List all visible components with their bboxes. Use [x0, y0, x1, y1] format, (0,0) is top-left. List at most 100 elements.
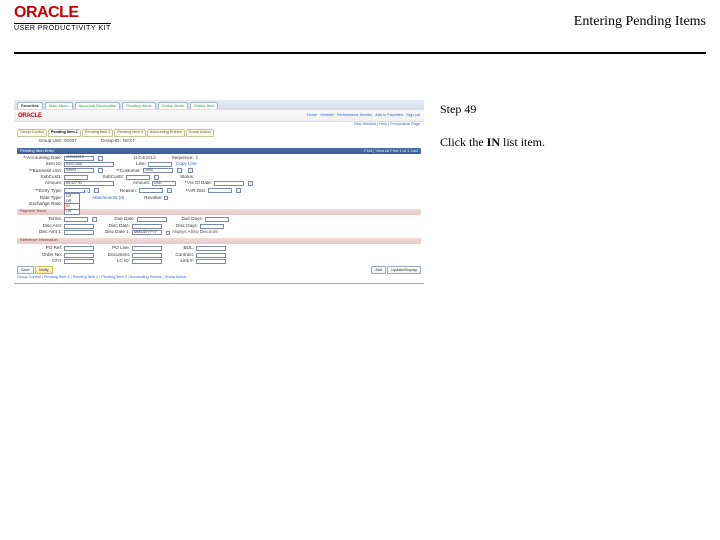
- subtab[interactable]: Pending Item 2: [82, 129, 114, 137]
- reason-input[interactable]: [139, 188, 163, 193]
- subtab[interactable]: Pending Item 3: [114, 129, 146, 137]
- subcust1-input[interactable]: [64, 175, 88, 180]
- lookup-icon[interactable]: [94, 188, 99, 193]
- disc-amt-input[interactable]: [64, 224, 94, 229]
- link-input[interactable]: [196, 259, 226, 264]
- group-id-row: Group Unit: 00007 Group ID: NEXT: [14, 137, 424, 146]
- rate-type-label: Rate Type:: [18, 196, 64, 201]
- footer-tab-links[interactable]: Group Control | Pending Item 1 | Pending…: [14, 275, 424, 283]
- subcust2-label: SubCust2:: [92, 175, 126, 180]
- upk-subtitle: USER PRODUCTIVITY KIT: [14, 23, 111, 32]
- subtab[interactable]: Pending Item 1: [48, 129, 81, 137]
- pending-item-form: *Accounting Date: 11/04/2013 11/04/2013 …: [14, 154, 424, 209]
- customer-detail-icon[interactable]: [188, 168, 193, 173]
- lookup-icon[interactable]: [236, 188, 241, 193]
- poref-input[interactable]: [64, 246, 94, 251]
- group-unit-value: 00007: [64, 139, 83, 144]
- subtab[interactable]: Group Control: [17, 129, 47, 137]
- disc-date1-input[interactable]: MM/DD/YYYY: [132, 230, 162, 235]
- instruction-panel: Step 49 Click the IN list item.: [424, 100, 706, 284]
- top-tabbar: Favorites Main Menu Accounts Receivable …: [14, 100, 424, 110]
- step-number: Step 49: [440, 100, 706, 119]
- entry-type-label: *Entry Type:: [18, 189, 64, 194]
- due-days-label: Due Days:: [171, 217, 205, 222]
- disc-date-input[interactable]: [132, 224, 162, 229]
- page-header: ORACLE USER PRODUCTIVITY KIT Entering Pe…: [0, 0, 720, 46]
- poline-input[interactable]: [132, 246, 162, 251]
- top-tab[interactable]: Favorites: [17, 102, 43, 109]
- asof-input[interactable]: [214, 181, 244, 186]
- subtab[interactable]: Accounting Entries: [147, 129, 185, 137]
- lcid-input[interactable]: [132, 259, 162, 264]
- terms-input[interactable]: [64, 217, 88, 222]
- lcid-label: LC ID:: [98, 259, 132, 264]
- disc-amt1-input[interactable]: [64, 230, 94, 235]
- ardist-input[interactable]: [208, 188, 232, 193]
- lookup-icon[interactable]: [92, 217, 97, 222]
- document-label: Document:: [98, 253, 132, 258]
- window-help-links[interactable]: New Window | Help | Personalize Page: [14, 122, 424, 128]
- amount-input[interactable]: 65,327.91: [64, 181, 114, 186]
- top-tab[interactable]: Accounts Receivable: [75, 102, 120, 109]
- orderno-input[interactable]: [64, 253, 94, 258]
- cfi-label: CF/I:: [18, 259, 64, 264]
- global-links[interactable]: Home Worklist Performance Monitor Add to…: [307, 114, 420, 118]
- brand-bar: ORACLE Home Worklist Performance Monitor…: [14, 110, 424, 122]
- top-tab[interactable]: Main Menu: [45, 102, 73, 109]
- lookup-icon[interactable]: [167, 188, 172, 193]
- top-tab[interactable]: Online Items: [158, 102, 188, 109]
- cfi-input[interactable]: [64, 259, 94, 264]
- save-button[interactable]: Save: [17, 266, 34, 274]
- update-display-button[interactable]: Update/Display: [387, 266, 421, 274]
- top-tab[interactable]: Pending Items: [122, 102, 156, 109]
- orderno-label: Order No:: [18, 253, 64, 258]
- reference-info-form: PO Ref: PO Line: BOL: Order No: Document…: [14, 244, 424, 266]
- line-label: Line:: [118, 162, 148, 167]
- due-date-label: Due Date:: [103, 217, 137, 222]
- item-id-input[interactable]: INVC-445: [64, 162, 114, 167]
- revalue-checkbox[interactable]: [164, 196, 168, 200]
- subcust1-label: SubCust1:: [18, 175, 64, 180]
- lookup-icon[interactable]: [98, 156, 103, 161]
- attachments-link[interactable]: Attachments (0): [92, 196, 130, 201]
- currency-input[interactable]: USD: [152, 181, 176, 186]
- due-date-input[interactable]: [137, 217, 167, 222]
- instruction-text: Click the IN list item.: [440, 133, 706, 152]
- customer-label: *Customer:: [109, 169, 143, 174]
- disc-days-input[interactable]: [200, 224, 224, 229]
- sequence-label: Sequence:: [162, 156, 196, 161]
- due-days-input[interactable]: [205, 217, 229, 222]
- group-id-label: Group ID:: [83, 139, 123, 144]
- ardist-label: *AR Dist:: [178, 189, 208, 194]
- lookup-icon[interactable]: [177, 168, 182, 173]
- subtab[interactable]: Group Action: [186, 129, 214, 137]
- disc-amt-label: Disc Amt:: [18, 224, 64, 229]
- lookup-icon[interactable]: [98, 168, 103, 173]
- calendar-icon[interactable]: [248, 181, 253, 186]
- entry-type-options: CR DR IN OA: [64, 193, 80, 215]
- link-label: Link #:: [166, 259, 196, 264]
- amount2-label: Amount:: [118, 181, 152, 186]
- add-button[interactable]: Add: [371, 266, 386, 274]
- item-id-label: Item ID:: [18, 162, 64, 167]
- app-screenshot: Favorites Main Menu Accounts Receivable …: [14, 100, 424, 284]
- copy-line-link[interactable]: Copy Line: [176, 162, 203, 167]
- payment-terms-form: Terms: Due Date: Due Days: Disc Amt: Dis…: [14, 215, 424, 237]
- section-nav-tools[interactable]: Find | View All First 1 of 1 Last: [364, 149, 418, 153]
- top-tab[interactable]: Online Item: [190, 102, 218, 109]
- lookup-icon[interactable]: [154, 175, 159, 180]
- bu-input[interactable]: 00003: [64, 168, 94, 173]
- allow-discount-checkbox[interactable]: [166, 231, 170, 235]
- subcust2-input[interactable]: [126, 175, 150, 180]
- sequence-value: 1: [196, 156, 205, 161]
- document-input[interactable]: [132, 253, 162, 258]
- line-input[interactable]: [148, 162, 172, 167]
- customer-input[interactable]: 1000: [143, 168, 173, 173]
- acctg-date-input[interactable]: 11/04/2013: [64, 156, 94, 161]
- disc-date1-label: Disc Date 1:: [98, 230, 132, 235]
- notify-button[interactable]: Notify: [35, 266, 53, 274]
- bol-input[interactable]: [196, 246, 226, 251]
- contract-input[interactable]: [196, 253, 226, 258]
- option-oa[interactable]: OA: [65, 209, 79, 214]
- amount-label: Amount:: [18, 181, 64, 186]
